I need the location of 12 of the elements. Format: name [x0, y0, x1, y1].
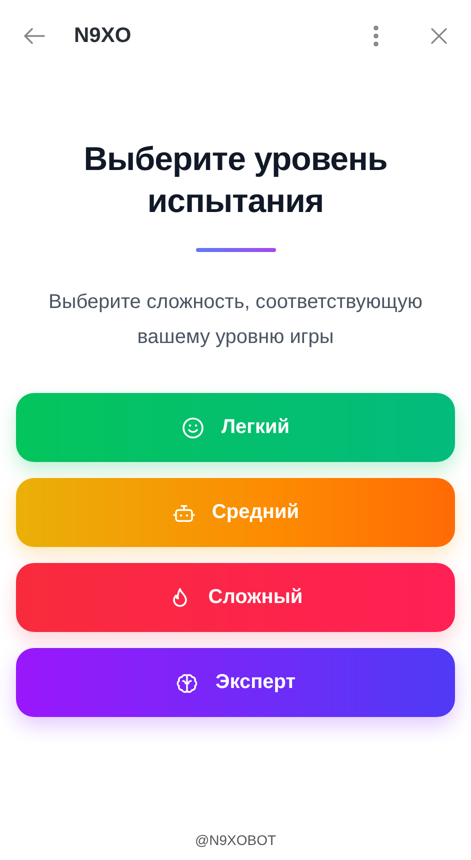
bot-handle: @N9XOBOT — [194, 832, 276, 848]
difficulty-button[interactable]: Средний — [16, 478, 455, 547]
page-heading: Выберите уровень испытания — [82, 139, 388, 221]
more-options-icon[interactable] — [373, 25, 379, 47]
difficulty-button[interactable]: Эксперт — [16, 648, 455, 717]
back-arrow-icon[interactable] — [23, 27, 45, 45]
difficulty-button[interactable]: Сложный — [16, 563, 455, 632]
difficulty-button[interactable]: Легкий — [16, 393, 455, 462]
close-icon[interactable] — [431, 28, 447, 44]
app-title: N9XO — [74, 24, 132, 48]
subtitle-text: Выберите сложность, соответствующую вашему уровню игры — [47, 290, 424, 350]
smiley-icon — [181, 416, 206, 440]
